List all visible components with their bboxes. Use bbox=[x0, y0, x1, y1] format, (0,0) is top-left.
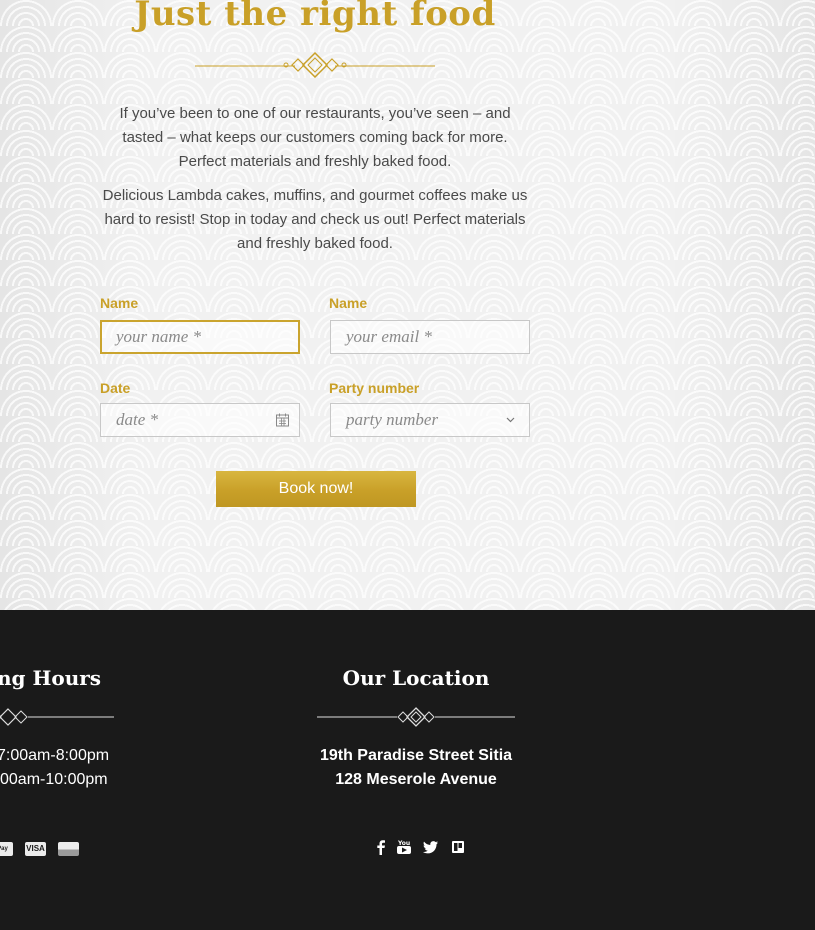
hours-weekdays: 7:00am-8:00pm bbox=[0, 747, 110, 764]
party-select[interactable]: party number bbox=[330, 403, 530, 437]
calendar-icon[interactable] bbox=[276, 413, 289, 427]
location-heading: Our Location bbox=[342, 666, 490, 690]
email-placeholder: your email * bbox=[346, 327, 432, 346]
paypal-icon: Pay bbox=[0, 842, 13, 856]
date-input[interactable]: date * bbox=[100, 403, 300, 437]
address-line-2: 128 Meserole Avenue bbox=[335, 771, 497, 788]
section-title: Just the right food bbox=[134, 0, 496, 34]
visa-icon: VISA bbox=[25, 842, 46, 856]
svg-text:You: You bbox=[397, 840, 410, 847]
twitter-icon[interactable] bbox=[422, 839, 440, 855]
date-label: Date bbox=[100, 380, 131, 396]
email-label: Name bbox=[329, 295, 368, 311]
address-line-1: 19th Paradise Street Sitia bbox=[319, 747, 513, 764]
party-label: Party number bbox=[329, 380, 420, 396]
trello-icon[interactable] bbox=[449, 839, 467, 855]
name-placeholder: your name * bbox=[116, 327, 201, 346]
book-now-button[interactable]: Book now! bbox=[216, 471, 416, 507]
opening-hours-heading: ng Hours bbox=[0, 666, 102, 690]
booking-section: Just the right food If you’ve been to on… bbox=[0, 0, 815, 610]
ornament-divider-icon bbox=[0, 708, 114, 726]
site-footer: ng Hours 7:00am-8:00pm 00am-10:00pm Our … bbox=[0, 610, 815, 930]
discover-icon bbox=[58, 842, 79, 856]
name-input[interactable]: your name * bbox=[100, 320, 300, 354]
party-placeholder: party number bbox=[346, 410, 439, 429]
email-input[interactable]: your email * bbox=[330, 320, 530, 354]
hours-weekend: 00am-10:00pm bbox=[0, 771, 108, 788]
facebook-icon[interactable] bbox=[372, 839, 390, 855]
chevron-down-icon bbox=[506, 417, 515, 423]
intro-paragraph: If you’ve been to one of our restaurants… bbox=[119, 105, 511, 170]
ornament-divider-icon bbox=[317, 707, 515, 727]
youtube-icon[interactable]: You bbox=[395, 839, 413, 855]
ornament-divider-icon bbox=[195, 51, 435, 78]
date-placeholder: date * bbox=[116, 410, 159, 429]
name-label: Name bbox=[100, 295, 139, 311]
description-paragraph: Delicious Lambda cakes, muffins, and gou… bbox=[102, 187, 528, 252]
